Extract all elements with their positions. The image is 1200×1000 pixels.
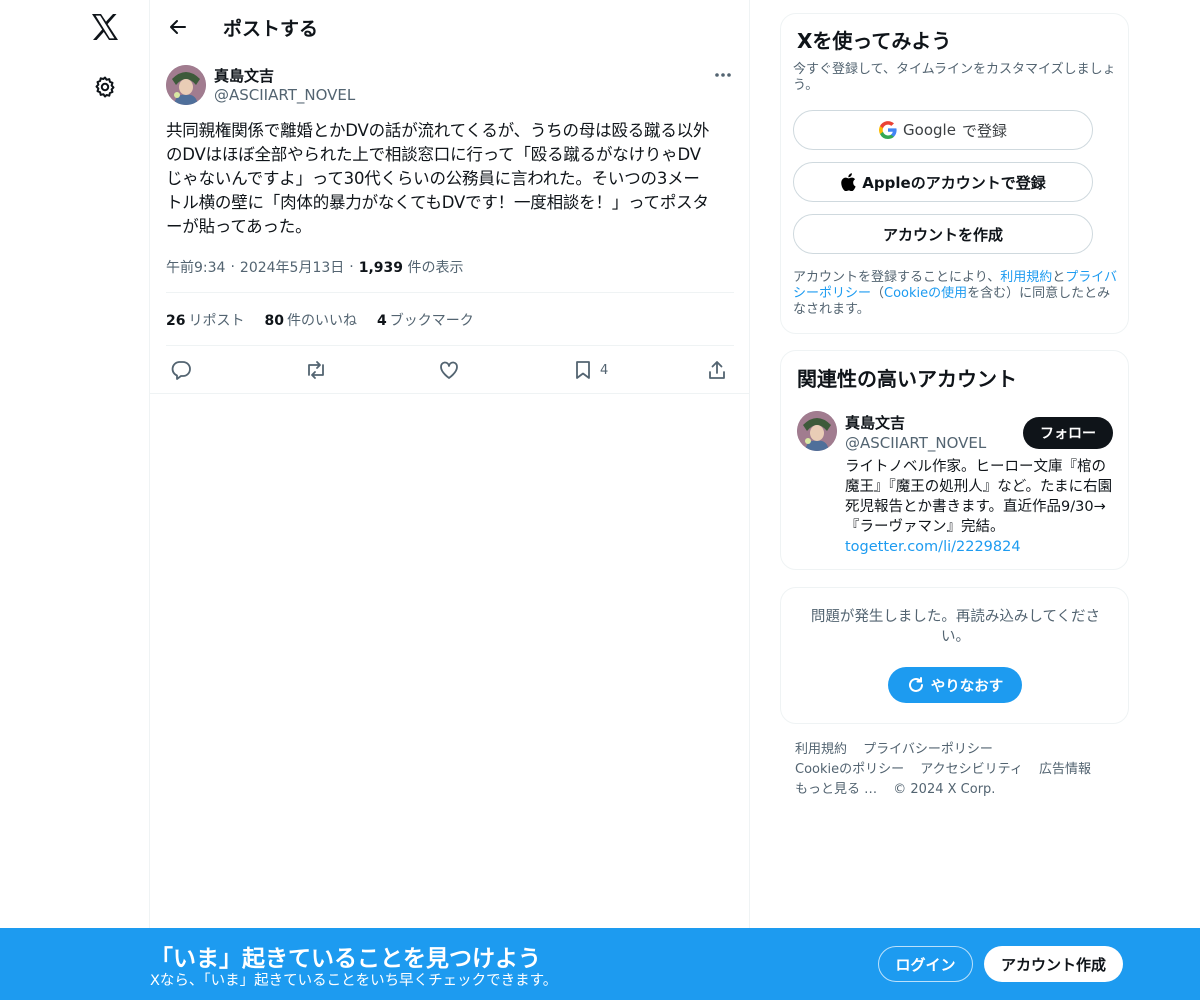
- related-bio-link[interactable]: togetter.com/li/2229824: [845, 537, 1115, 557]
- footer-links: 利用規約 プライバシーポリシー Cookieのポリシー アクセシビリティ 広告情…: [795, 740, 1115, 800]
- legal-text-1: アカウントを登録することにより、: [793, 270, 1001, 285]
- error-message: 問題が発生しました。再読み込みしてください。: [810, 609, 1101, 645]
- copyright: © 2024 X Corp.: [893, 782, 996, 797]
- post-date[interactable]: 2024年5月13日: [240, 257, 344, 277]
- more-icon: [715, 73, 731, 77]
- apple-icon: [841, 173, 856, 191]
- footer-link[interactable]: Cookieのポリシー: [795, 762, 904, 777]
- bookmark-count: 4: [376, 313, 387, 329]
- more-options-button[interactable]: [708, 63, 738, 87]
- post-text: 共同親権関係で離婚とかDVの話が流れてくるが、うちの母は殴る蹴る以外 のDVはほ…: [166, 121, 710, 236]
- divider: [166, 345, 734, 346]
- footer-link[interactable]: 広告情報: [1039, 762, 1091, 777]
- related-name[interactable]: 真島文吉: [845, 412, 905, 433]
- login-button[interactable]: ログイン: [878, 946, 973, 982]
- repost-icon: [308, 361, 324, 379]
- bookmark-icon: [576, 361, 590, 379]
- page-header: ポストする: [150, 0, 750, 53]
- related-accounts-card: 関連性の高いアカウント 真島文吉 @ASCIIART_NOVEL フォロー ライ…: [780, 350, 1129, 570]
- author-handle[interactable]: @ASCIIART_NOVEL: [214, 86, 355, 104]
- google-icon: [879, 121, 897, 139]
- google-brand: Google: [903, 121, 956, 139]
- share-icon: [709, 361, 725, 379]
- arrow-left-icon: [170, 20, 186, 34]
- banner-subtitle: Xなら、「いま」起きていることをいち早くチェックできます。: [150, 973, 558, 989]
- footer-link[interactable]: プライバシーポリシー: [863, 742, 993, 757]
- share-button[interactable]: [706, 355, 728, 385]
- post-actions: 4: [166, 355, 734, 385]
- legal-text-2: と: [1052, 270, 1066, 285]
- retry-label: やりなおす: [930, 678, 1004, 695]
- bookmark-stat[interactable]: 4 ブックマーク: [377, 310, 474, 330]
- related-bio: ライトノベル作家。ヒーロー文庫『棺の魔王』『魔王の処刑人』など。たまに右園死児報…: [845, 457, 1115, 557]
- post-meta: 午前9:34 · 2024年5月13日 · 1,939 件の表示: [166, 257, 463, 277]
- cookie-link[interactable]: Cookieの使用: [884, 286, 967, 301]
- author-name[interactable]: 真島文吉: [214, 65, 274, 86]
- signup-title: Xを使ってみよう: [797, 29, 952, 53]
- signup-card: Xを使ってみよう 今すぐ登録して、タイムラインをカスタマイズしましょう。 Goo…: [780, 13, 1129, 334]
- view-count-label: 件の表示: [407, 260, 464, 276]
- footer-link[interactable]: 利用規約: [795, 742, 847, 757]
- back-button[interactable]: [162, 11, 194, 43]
- reply-icon: [171, 361, 191, 380]
- apple-signup-label: Appleのアカウントで登録: [862, 173, 1046, 192]
- like-button[interactable]: [438, 355, 460, 385]
- divider: [166, 292, 734, 293]
- refresh-icon: [908, 677, 923, 692]
- footer-link[interactable]: アクセシビリティ: [920, 762, 1023, 777]
- signup-subtitle: 今すぐ登録して、タイムラインをカスタマイズしましょう。: [793, 62, 1116, 93]
- bookmark-label: ブックマーク: [389, 313, 474, 329]
- banner-title: 「いま」起きていることを見つけよう: [150, 946, 541, 972]
- heart-icon: [440, 361, 458, 379]
- related-handle[interactable]: @ASCIIART_NOVEL: [845, 434, 986, 452]
- post-stats: 26 リポスト 80 件のいいね 4 ブックマーク: [166, 310, 474, 330]
- meta-separator: ·: [230, 259, 235, 275]
- bookmark-button[interactable]: 4: [572, 355, 608, 385]
- post-time[interactable]: 午前9:34: [166, 257, 225, 277]
- legal-text-3: （: [871, 286, 885, 301]
- x-logo-icon[interactable]: [88, 10, 122, 44]
- repost-label: リポスト: [188, 313, 245, 329]
- avatar[interactable]: [797, 411, 837, 451]
- like-count: 80: [264, 313, 284, 329]
- legal-text: アカウントを登録することにより、利用規約とプライバシーポリシー（Cookieの使…: [793, 270, 1123, 318]
- repost-count: 26: [166, 313, 186, 329]
- view-count-number: 1,939: [358, 260, 404, 276]
- banner-create-account-button[interactable]: アカウント作成: [984, 946, 1123, 982]
- like-stat[interactable]: 80 件のいいね: [264, 310, 356, 330]
- footer-more[interactable]: もっと見る …: [795, 782, 877, 797]
- view-count: 1,939 件の表示: [359, 257, 464, 277]
- reply-button[interactable]: [170, 355, 192, 385]
- page-title: ポストする: [223, 18, 319, 40]
- follow-button[interactable]: フォロー: [1023, 417, 1113, 449]
- left-nav: [0, 0, 150, 1000]
- main-column: ポストする 真島文吉 @ASCIIART_NOVEL 共同親権関係で離婚とかDV…: [149, 0, 750, 1000]
- meta-separator: ·: [349, 259, 354, 275]
- post: 真島文吉 @ASCIIART_NOVEL 共同親権関係で離婚とかDVの話が流れて…: [150, 53, 750, 394]
- like-label: 件のいいね: [286, 313, 357, 329]
- google-suffix: で登録: [961, 121, 1007, 140]
- terms-link[interactable]: 利用規約: [1000, 270, 1052, 285]
- related-title: 関連性の高いアカウント: [797, 367, 1017, 391]
- signup-banner: 「いま」起きていることを見つけよう Xなら、「いま」起きていることをいち早くチェ…: [0, 928, 1200, 1000]
- repost-button[interactable]: [304, 355, 328, 385]
- error-card: 問題が発生しました。再読み込みしてください。 やりなおす: [780, 587, 1129, 724]
- repost-stat[interactable]: 26 リポスト: [166, 310, 244, 330]
- avatar[interactable]: [166, 65, 206, 105]
- related-bio-text: ライトノベル作家。ヒーロー文庫『棺の魔王』『魔王の処刑人』など。たまに右園死児報…: [845, 459, 1113, 535]
- create-account-button[interactable]: アカウントを作成: [793, 214, 1093, 254]
- apple-signup-button[interactable]: Appleのアカウントで登録: [793, 162, 1093, 202]
- gear-icon[interactable]: [89, 71, 121, 103]
- retry-button[interactable]: やりなおす: [888, 667, 1022, 703]
- create-account-label: アカウントを作成: [882, 225, 1003, 244]
- bookmark-action-count: 4: [600, 362, 609, 378]
- google-signup-button[interactable]: Google で登録: [793, 110, 1093, 150]
